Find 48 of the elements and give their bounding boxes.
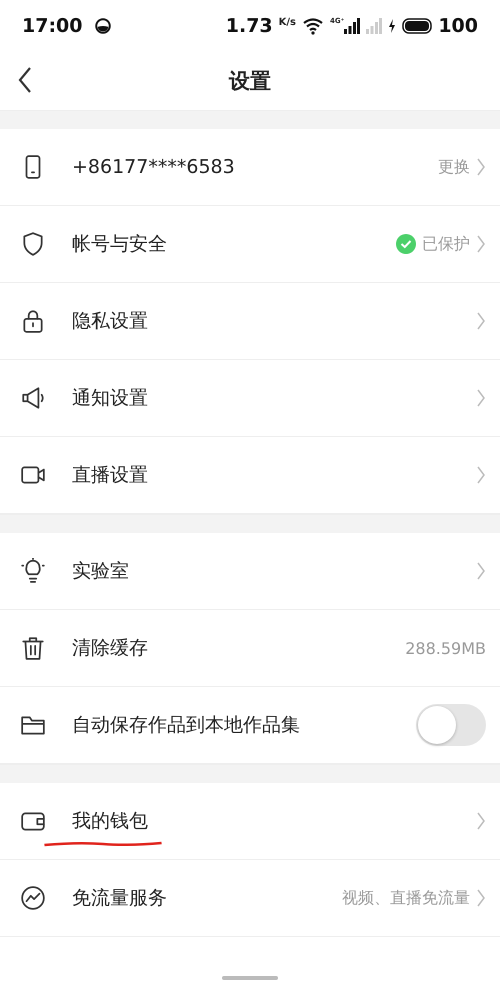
row-value: 288.59MB	[405, 638, 486, 658]
bulb-icon	[20, 558, 46, 584]
trend-icon	[20, 885, 46, 911]
row-label: +86177****6583	[72, 156, 235, 178]
status-time: 17:00	[22, 15, 82, 37]
row-value: 已保护	[422, 234, 470, 254]
chevron-icon	[476, 157, 486, 177]
row-label: 直播设置	[72, 464, 148, 486]
signal-icon	[366, 18, 382, 34]
chevron-icon	[476, 388, 486, 408]
notification-icon	[94, 17, 112, 35]
row-label: 免流量服务	[72, 887, 167, 909]
settings-row[interactable]: 我的钱包	[0, 783, 500, 860]
row-label: 自动保存作品到本地作品集	[72, 714, 300, 736]
settings-row[interactable]: 隐私设置	[0, 283, 500, 360]
network-speed: 1.73	[226, 15, 273, 37]
settings-row[interactable]: 帐号与安全 已保护	[0, 206, 500, 283]
row-value: 视频、直播免流量	[342, 888, 470, 908]
row-label: 我的钱包	[72, 810, 148, 832]
chevron-icon	[476, 811, 486, 831]
settings-row[interactable]: 清除缓存 288.59MB	[0, 610, 500, 687]
page-title: 设置	[229, 68, 271, 95]
settings-row[interactable]: 实验室	[0, 533, 500, 610]
row-label: 通知设置	[72, 387, 148, 409]
charging-icon	[388, 19, 396, 33]
chevron-icon	[476, 234, 486, 254]
wifi-icon	[302, 17, 324, 35]
row-value: 更换	[438, 156, 470, 178]
settings-row[interactable]: +86177****6583 更换	[0, 129, 500, 206]
speed-unit: K/s	[278, 16, 296, 28]
chevron-icon	[476, 311, 486, 331]
signal-icon	[344, 18, 360, 34]
back-icon	[18, 66, 32, 94]
megaphone-icon	[20, 385, 46, 411]
home-indicator[interactable]	[222, 976, 278, 980]
chevron-icon	[476, 465, 486, 485]
row-label: 实验室	[72, 560, 129, 582]
battery-icon	[402, 18, 432, 34]
row-label: 帐号与安全	[72, 233, 167, 255]
settings-row[interactable]: 免流量服务 视频、直播免流量	[0, 860, 500, 937]
settings-row[interactable]: 通知设置	[0, 360, 500, 437]
chevron-icon	[476, 888, 486, 908]
trash-icon	[20, 635, 46, 661]
chevron-icon	[476, 561, 486, 581]
row-label: 清除缓存	[72, 637, 148, 659]
battery-level: 100	[438, 15, 478, 37]
row-label: 隐私设置	[72, 310, 148, 332]
toggle-switch[interactable]	[416, 704, 486, 746]
